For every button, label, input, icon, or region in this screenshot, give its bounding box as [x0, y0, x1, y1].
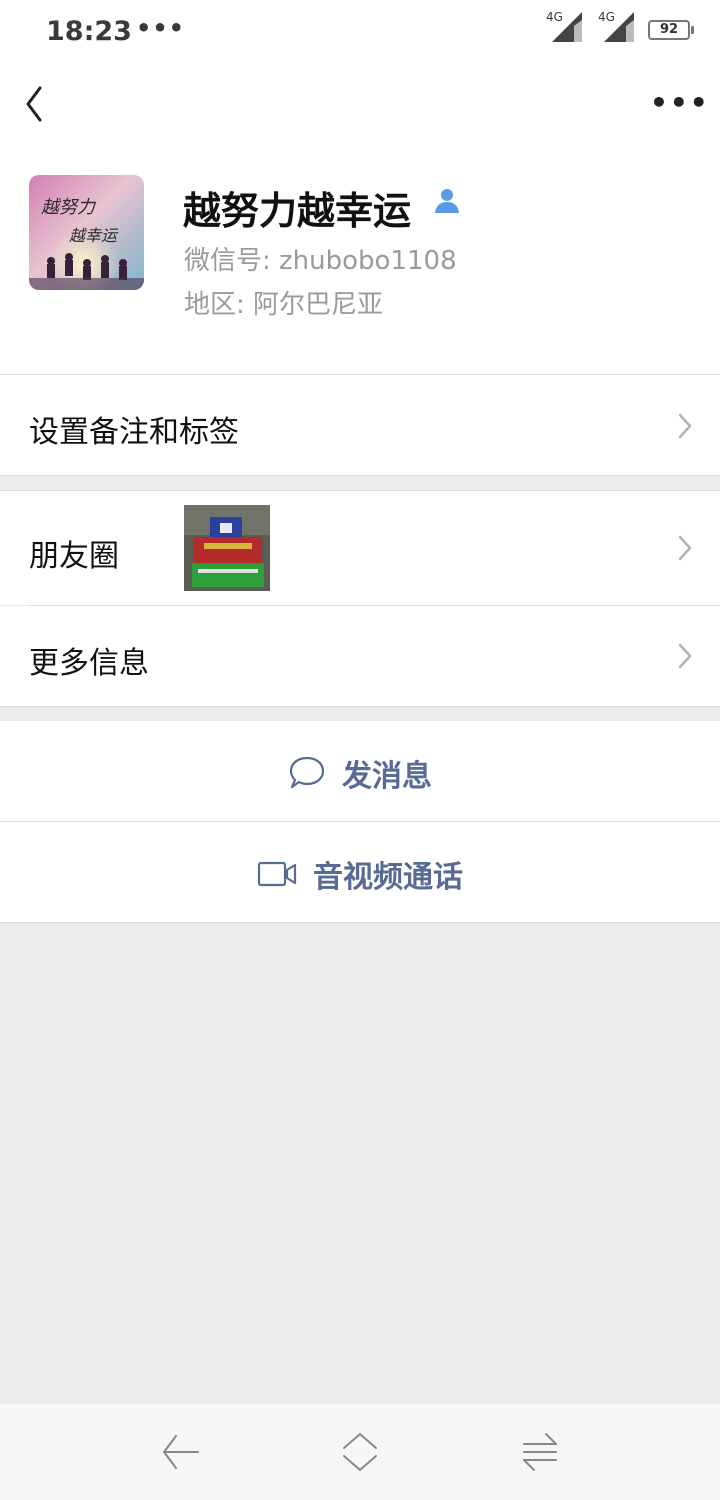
svg-text:越幸运: 越幸运 — [69, 226, 119, 245]
system-home-button[interactable] — [340, 1430, 380, 1474]
send-message-button[interactable]: 发消息 — [0, 721, 720, 821]
signal-icon-1: 4G — [546, 10, 588, 42]
profile-name: 越努力越幸运 — [183, 189, 412, 233]
person-icon — [432, 186, 462, 216]
status-time: 18:23 — [46, 16, 132, 47]
avatar[interactable]: 越努力 越幸运 — [29, 175, 144, 290]
chevron-right-icon — [678, 535, 692, 561]
chevron-left-icon — [26, 86, 42, 122]
video-call-button[interactable]: 音视频通话 — [0, 822, 720, 922]
profile-header: 越努力 越幸运 越努力越幸运 微信号: zhubobo1108 地区: 阿尔巴尼… — [0, 148, 720, 374]
send-message-label: 发消息 — [342, 759, 432, 794]
svg-text:越努力: 越努力 — [41, 197, 97, 218]
row-more-info-label: 更多信息 — [29, 646, 149, 681]
battery-icon: 92 — [648, 20, 694, 40]
system-back-icon — [163, 1435, 199, 1469]
video-call-label: 音视频通话 — [313, 860, 463, 895]
system-back-button[interactable] — [160, 1430, 200, 1474]
system-recents-button[interactable] — [520, 1430, 560, 1474]
wechat-id-label: 微信号: — [184, 246, 271, 276]
row-moments-label: 朋友圈 — [29, 539, 119, 574]
row-moments[interactable]: 朋友圈 — [0, 491, 720, 605]
moments-thumbnail — [184, 505, 270, 591]
system-recents-icon — [523, 1433, 557, 1471]
more-options-button[interactable]: ••• — [650, 88, 708, 118]
status-bar: 18:23 ••• 4G 4G 92 — [0, 0, 720, 68]
wechat-id: 微信号: zhubobo1108 — [184, 240, 457, 277]
row-remark-tags[interactable]: 设置备注和标签 — [0, 375, 720, 475]
divider — [0, 706, 720, 707]
region: 地区: 阿尔巴尼亚 — [184, 284, 383, 321]
battery-level: 92 — [659, 22, 679, 37]
system-home-icon — [343, 1433, 377, 1471]
system-nav-bar — [0, 1404, 720, 1500]
top-nav-bar: ••• — [0, 68, 720, 148]
region-value: 阿尔巴尼亚 — [253, 290, 384, 320]
divider — [0, 475, 720, 476]
region-label: 地区: — [184, 290, 245, 320]
notification-dots: ••• — [136, 14, 186, 42]
row-remark-tags-label: 设置备注和标签 — [29, 415, 239, 450]
wechat-id-value: zhubobo1108 — [279, 246, 457, 276]
signal-icon-2: 4G — [598, 10, 640, 42]
divider — [0, 922, 720, 923]
video-camera-icon — [257, 861, 297, 887]
row-more-info[interactable]: 更多信息 — [0, 606, 720, 706]
chevron-right-icon — [678, 643, 692, 669]
chevron-right-icon — [678, 413, 692, 439]
chat-bubble-icon — [289, 756, 325, 789]
back-button[interactable] — [20, 84, 56, 124]
